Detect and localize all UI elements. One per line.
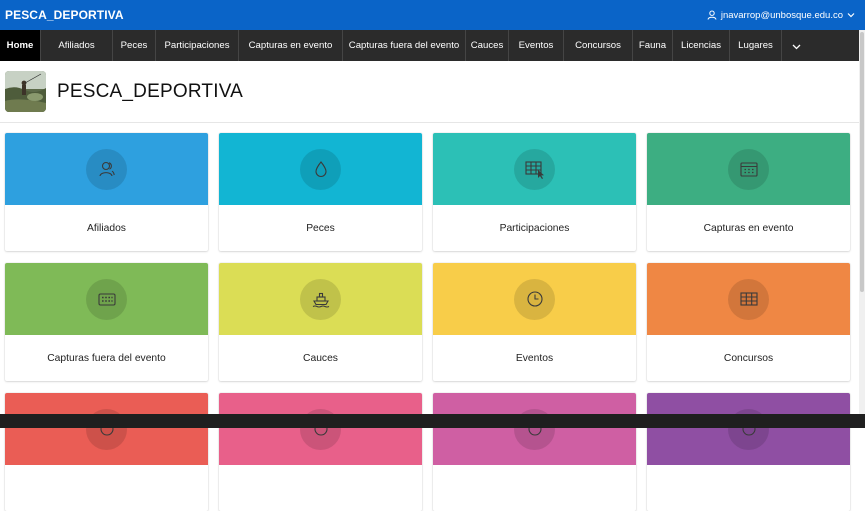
fishing-logo [5, 71, 46, 112]
user-icon [707, 10, 717, 20]
card-header [5, 393, 208, 465]
users-icon [86, 148, 127, 190]
tab-participaciones[interactable]: Participaciones [156, 30, 239, 61]
tab-concursos[interactable]: Concursos [564, 30, 633, 61]
card-header [647, 133, 850, 205]
taskbar-edge [0, 414, 865, 428]
card-label: Concursos [723, 352, 774, 364]
tab-afiliados[interactable]: Afiliados [41, 30, 113, 61]
tab-capturas-fuera-del-evento[interactable]: Capturas fuera del evento [343, 30, 466, 61]
scrollbar-thumb[interactable] [860, 32, 864, 292]
card-label: Capturas en evento [703, 222, 794, 234]
card-header [433, 393, 636, 465]
table-pointer-icon [514, 148, 555, 190]
card-header [219, 393, 422, 465]
app-title[interactable]: PESCA_DEPORTIVA [5, 8, 124, 22]
card-label [5, 465, 208, 511]
droplet-icon [300, 148, 341, 190]
page-title: PESCA_DEPORTIVA [57, 80, 244, 102]
scrollbar[interactable] [859, 30, 865, 428]
card-label: Participaciones [499, 222, 570, 234]
ship-icon [300, 278, 341, 320]
tab-lugares[interactable]: Lugares [730, 30, 782, 61]
nav-more-button[interactable] [782, 30, 810, 61]
tab-licencias[interactable]: Licencias [673, 30, 730, 61]
tab-peces[interactable]: Peces [113, 30, 156, 61]
card-item-9[interactable] [5, 393, 208, 511]
card-label: Capturas fuera del evento [47, 352, 166, 364]
tab-eventos[interactable]: Eventos [509, 30, 564, 61]
calendar-icon [728, 148, 769, 190]
card-label [433, 465, 636, 511]
card-peces[interactable]: Peces [219, 133, 422, 251]
table-icon [728, 278, 769, 320]
card-header [5, 133, 208, 205]
keyboard-icon [86, 278, 127, 320]
tab-home[interactable]: Home [0, 30, 41, 61]
card-label [647, 465, 850, 511]
tab-cauces[interactable]: Cauces [466, 30, 509, 61]
card-label: Afiliados [87, 222, 126, 234]
tab-capturas-en-evento[interactable]: Capturas en evento [239, 30, 343, 61]
card-label: Cauces [303, 352, 338, 364]
top-bar: PESCA_DEPORTIVA jnavarrop@unbosque.edu.c… [0, 0, 865, 30]
card-label [219, 465, 422, 511]
card-afiliados[interactable]: Afiliados [5, 133, 208, 251]
main-nav: Home Afiliados Peces Participaciones Captura… [0, 30, 859, 61]
card-header [219, 133, 422, 205]
card-header [5, 263, 208, 335]
card-header [219, 263, 422, 335]
card-header [433, 133, 636, 205]
chevron-down-icon [792, 37, 801, 55]
chevron-down-icon [847, 12, 855, 18]
card-label: Eventos [515, 352, 554, 364]
card-label: Peces [306, 222, 335, 234]
card-item-11[interactable] [433, 393, 636, 511]
card-capturas-en-evento[interactable]: Capturas en evento [647, 133, 850, 251]
card-concursos[interactable]: Concursos [647, 263, 850, 381]
page-header: PESCA_DEPORTIVA [0, 61, 859, 123]
card-item-12[interactable] [647, 393, 850, 511]
card-header [647, 263, 850, 335]
tab-fauna[interactable]: Fauna [633, 30, 673, 61]
card-header [647, 393, 850, 465]
card-item-10[interactable] [219, 393, 422, 511]
card-participaciones[interactable]: Participaciones [433, 133, 636, 251]
card-cauces[interactable]: Cauces [219, 263, 422, 381]
card-capturas-fuera-del-evento[interactable]: Capturas fuera del evento [5, 263, 208, 381]
user-menu[interactable]: jnavarrop@unbosque.edu.co [707, 10, 855, 21]
user-email: jnavarrop@unbosque.edu.co [720, 9, 843, 21]
card-header [433, 263, 636, 335]
card-eventos[interactable]: Eventos [433, 263, 636, 381]
clock-icon [514, 278, 555, 320]
